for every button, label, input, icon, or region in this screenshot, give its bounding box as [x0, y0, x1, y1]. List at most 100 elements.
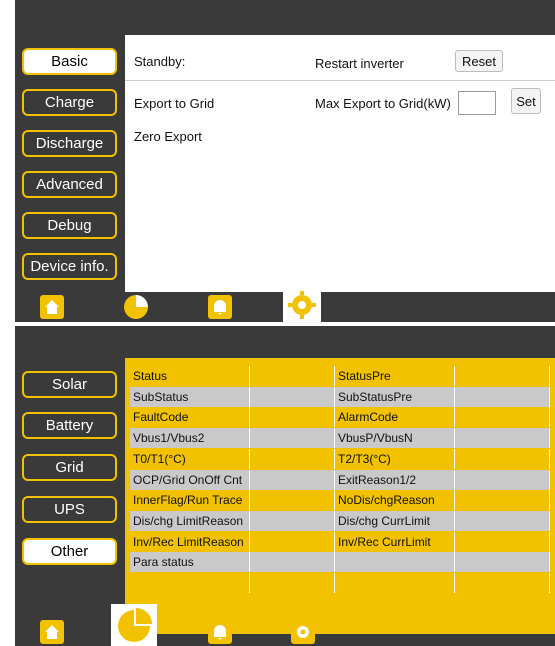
table-cell: NoDis/chgReason	[335, 490, 455, 511]
table-cell	[250, 428, 335, 449]
sidebar-item-label: UPS	[54, 501, 85, 518]
divider	[125, 80, 555, 81]
pie-chart-icon[interactable]	[111, 604, 157, 646]
bell-icon[interactable]	[208, 620, 232, 644]
table-cell: Vbus1/Vbus2	[130, 428, 250, 449]
basic-settings-screen: Basic Charge Discharge Advanced Debug De…	[15, 0, 555, 322]
table-cell: InnerFlag/Run Trace	[130, 490, 250, 511]
table-row: OCP/Grid OnOff Cnt ExitReason1/2	[130, 469, 550, 490]
table-cell	[250, 510, 335, 531]
max-export-input[interactable]	[458, 91, 496, 115]
table-row: T0/T1(°C) T2/T3(°C)	[130, 448, 550, 469]
sidebar-item-label: Battery	[45, 417, 94, 434]
table-cell	[250, 386, 335, 407]
sidebar-item-debug[interactable]: Debug	[22, 212, 117, 239]
table-cell	[335, 552, 455, 573]
sidebar-item-label: Charge	[44, 94, 95, 111]
sidebar-item-advanced[interactable]: Advanced	[22, 171, 117, 198]
table-cell	[455, 366, 550, 386]
table-cell: ExitReason1/2	[335, 469, 455, 490]
table-cell: Inv/Rec CurrLimit	[335, 531, 455, 552]
sidebar-item-basic[interactable]: Basic	[22, 48, 117, 75]
table-cell: Dis/chg LimitReason	[130, 510, 250, 531]
table-cell	[455, 552, 550, 573]
bottom-nav	[15, 604, 555, 646]
table-cell	[250, 448, 335, 469]
table-cell	[335, 573, 455, 593]
gear-icon[interactable]	[291, 620, 315, 644]
zero-export-label: Zero Export	[134, 129, 202, 144]
reset-button[interactable]: Reset	[455, 50, 503, 72]
sidebar-item-label: Solar	[51, 376, 88, 393]
bottom-nav	[15, 288, 555, 322]
table-row: SubStatus SubStatusPre	[130, 386, 550, 407]
basic-settings-panel: Standby: Restart inverter Reset Export t…	[125, 35, 555, 292]
table-cell: Para status	[130, 552, 250, 573]
sidebar-item-discharge[interactable]: Discharge	[22, 130, 117, 157]
table-cell: SubStatus	[130, 386, 250, 407]
table-cell	[455, 428, 550, 449]
table-cell: FaultCode	[130, 407, 250, 428]
sidebar-item-label: Basic	[51, 53, 88, 70]
table-cell	[455, 573, 550, 593]
table-cell	[250, 552, 335, 573]
table-cell: Dis/chg CurrLimit	[335, 510, 455, 531]
table-cell	[250, 366, 335, 386]
table-cell: OCP/Grid OnOff Cnt	[130, 469, 250, 490]
sidebar-item-label: Advanced	[36, 176, 103, 193]
table-row: Vbus1/Vbus2 VbusP/VbusN	[130, 428, 550, 449]
table-cell	[250, 469, 335, 490]
table-cell	[250, 531, 335, 552]
table-cell	[455, 386, 550, 407]
table-row	[130, 573, 550, 593]
sidebar-item-ups[interactable]: UPS	[22, 496, 117, 523]
sidebar-item-grid[interactable]: Grid	[22, 454, 117, 481]
table-cell	[455, 469, 550, 490]
debug-info-screen: Solar Battery Grid UPS Other Status Statu…	[15, 326, 555, 646]
table-row: Dis/chg LimitReason Dis/chg CurrLimit	[130, 510, 550, 531]
table-cell: T0/T1(°C)	[130, 448, 250, 469]
set-button[interactable]: Set	[511, 88, 541, 114]
sidebar-item-charge[interactable]: Charge	[22, 89, 117, 116]
table-row: InnerFlag/Run Trace NoDis/chgReason	[130, 490, 550, 511]
export-to-grid-label: Export to Grid	[134, 96, 215, 111]
pie-chart-icon[interactable]	[123, 294, 149, 320]
table-row: FaultCode AlarmCode	[130, 407, 550, 428]
table-cell	[455, 531, 550, 552]
sidebar-item-solar[interactable]: Solar	[22, 371, 117, 398]
status-table: Status StatusPre SubStatus SubStatusPre Faul…	[125, 358, 555, 634]
table-cell: T2/T3(°C)	[335, 448, 455, 469]
table-cell	[455, 510, 550, 531]
home-icon[interactable]	[40, 295, 64, 319]
table-cell: StatusPre	[335, 366, 455, 386]
table-cell: Inv/Rec LimitReason	[130, 531, 250, 552]
table-row: Inv/Rec LimitReason Inv/Rec CurrLimit	[130, 531, 550, 552]
sidebar-item-label: Device info.	[30, 258, 109, 275]
home-icon[interactable]	[40, 620, 64, 644]
sidebar-item-battery[interactable]: Battery	[22, 412, 117, 439]
table-cell	[455, 407, 550, 428]
table-cell	[455, 490, 550, 511]
sidebar-item-label: Debug	[47, 217, 92, 234]
standby-label: Standby:	[134, 54, 186, 69]
table-cell	[250, 573, 335, 593]
table-cell: AlarmCode	[335, 407, 455, 428]
bell-icon[interactable]	[208, 295, 232, 319]
table-cell	[250, 490, 335, 511]
set-button-label: Set	[516, 93, 536, 109]
table-row: Para status	[130, 552, 550, 573]
max-export-label: Max Export to Grid(kW)	[315, 96, 451, 111]
table-cell	[250, 407, 335, 428]
table-cell	[130, 573, 250, 593]
gear-icon[interactable]	[283, 288, 321, 322]
sidebar-item-label: Discharge	[35, 135, 104, 152]
sidebar-item-device-info[interactable]: Device info.	[22, 253, 117, 280]
table-cell	[455, 448, 550, 469]
table-cell: SubStatusPre	[335, 386, 455, 407]
sidebar-item-other[interactable]: Other	[22, 538, 117, 565]
reset-button-label: Reset	[462, 53, 496, 69]
restart-inverter-label: Restart inverter	[315, 56, 404, 71]
table-cell: VbusP/VbusN	[335, 428, 455, 449]
sidebar-item-label: Other	[50, 543, 89, 560]
sidebar-item-label: Grid	[55, 459, 84, 476]
